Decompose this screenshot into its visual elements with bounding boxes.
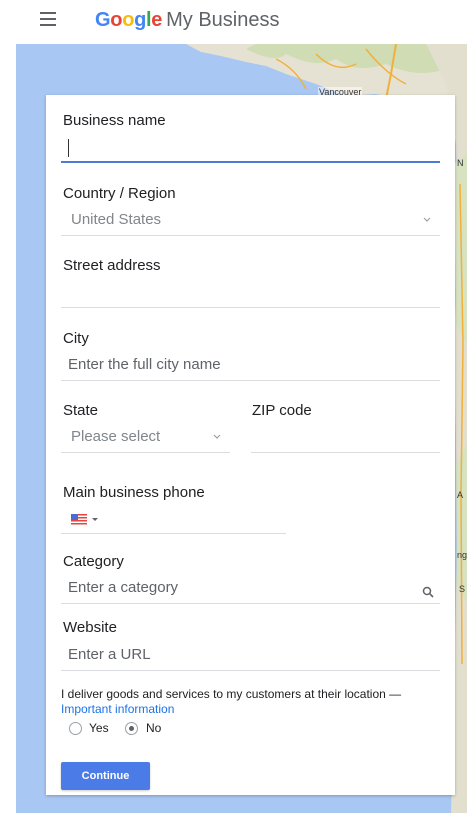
delivery-question: I deliver goods and services to my custo…	[61, 687, 402, 701]
zip-input[interactable]	[251, 452, 440, 453]
text-cursor	[68, 139, 69, 157]
state-select[interactable]	[61, 452, 230, 453]
state-select-value[interactable]: Please select	[71, 428, 160, 445]
city-label: City	[63, 330, 89, 347]
search-icon[interactable]	[422, 586, 434, 598]
city-input[interactable]	[61, 380, 440, 381]
website-input[interactable]	[61, 670, 440, 671]
google-wordmark: Google	[95, 9, 163, 31]
radio-no[interactable]	[125, 722, 138, 735]
business-name-label: Business name	[63, 112, 166, 129]
important-information-link[interactable]: Important information	[61, 702, 174, 717]
city-input-placeholder[interactable]: Enter the full city name	[68, 356, 221, 373]
caret-down-icon[interactable]	[92, 518, 98, 521]
website-input-placeholder[interactable]: Enter a URL	[68, 646, 151, 663]
street-address-input[interactable]	[61, 307, 440, 308]
map-label-fragment: A	[457, 490, 464, 500]
chevron-down-icon[interactable]	[423, 216, 431, 224]
brand-logo[interactable]: Google My Business	[95, 8, 280, 36]
category-label: Category	[63, 553, 124, 570]
state-label: State	[63, 402, 99, 419]
country-select[interactable]	[61, 235, 440, 236]
country-select-value[interactable]: United States	[71, 211, 161, 228]
map-label-fragment: N	[457, 158, 464, 168]
business-name-input[interactable]	[61, 161, 440, 163]
radio-no-label[interactable]: No	[146, 721, 161, 736]
chevron-down-icon[interactable]	[213, 433, 221, 441]
country-label: Country / Region	[63, 185, 176, 202]
product-name: My Business	[166, 9, 280, 31]
phone-input[interactable]	[61, 533, 286, 534]
map-label-fragment: ng	[457, 550, 467, 560]
menu-icon[interactable]	[40, 12, 56, 26]
website-label: Website	[63, 619, 117, 636]
zip-label: ZIP code	[252, 402, 312, 419]
us-flag-icon[interactable]	[71, 514, 87, 525]
business-form-card: Business name Country / Region United St…	[46, 95, 455, 795]
category-input-placeholder[interactable]: Enter a category	[68, 579, 178, 596]
street-address-label: Street address	[63, 257, 161, 274]
phone-label: Main business phone	[63, 484, 205, 501]
map-label-fragment: S	[459, 584, 466, 594]
top-app-bar: Google My Business	[0, 0, 467, 44]
category-input[interactable]	[61, 603, 440, 604]
radio-yes-label[interactable]: Yes	[89, 721, 109, 736]
radio-yes[interactable]	[69, 722, 82, 735]
continue-button[interactable]: Continue	[61, 762, 150, 790]
